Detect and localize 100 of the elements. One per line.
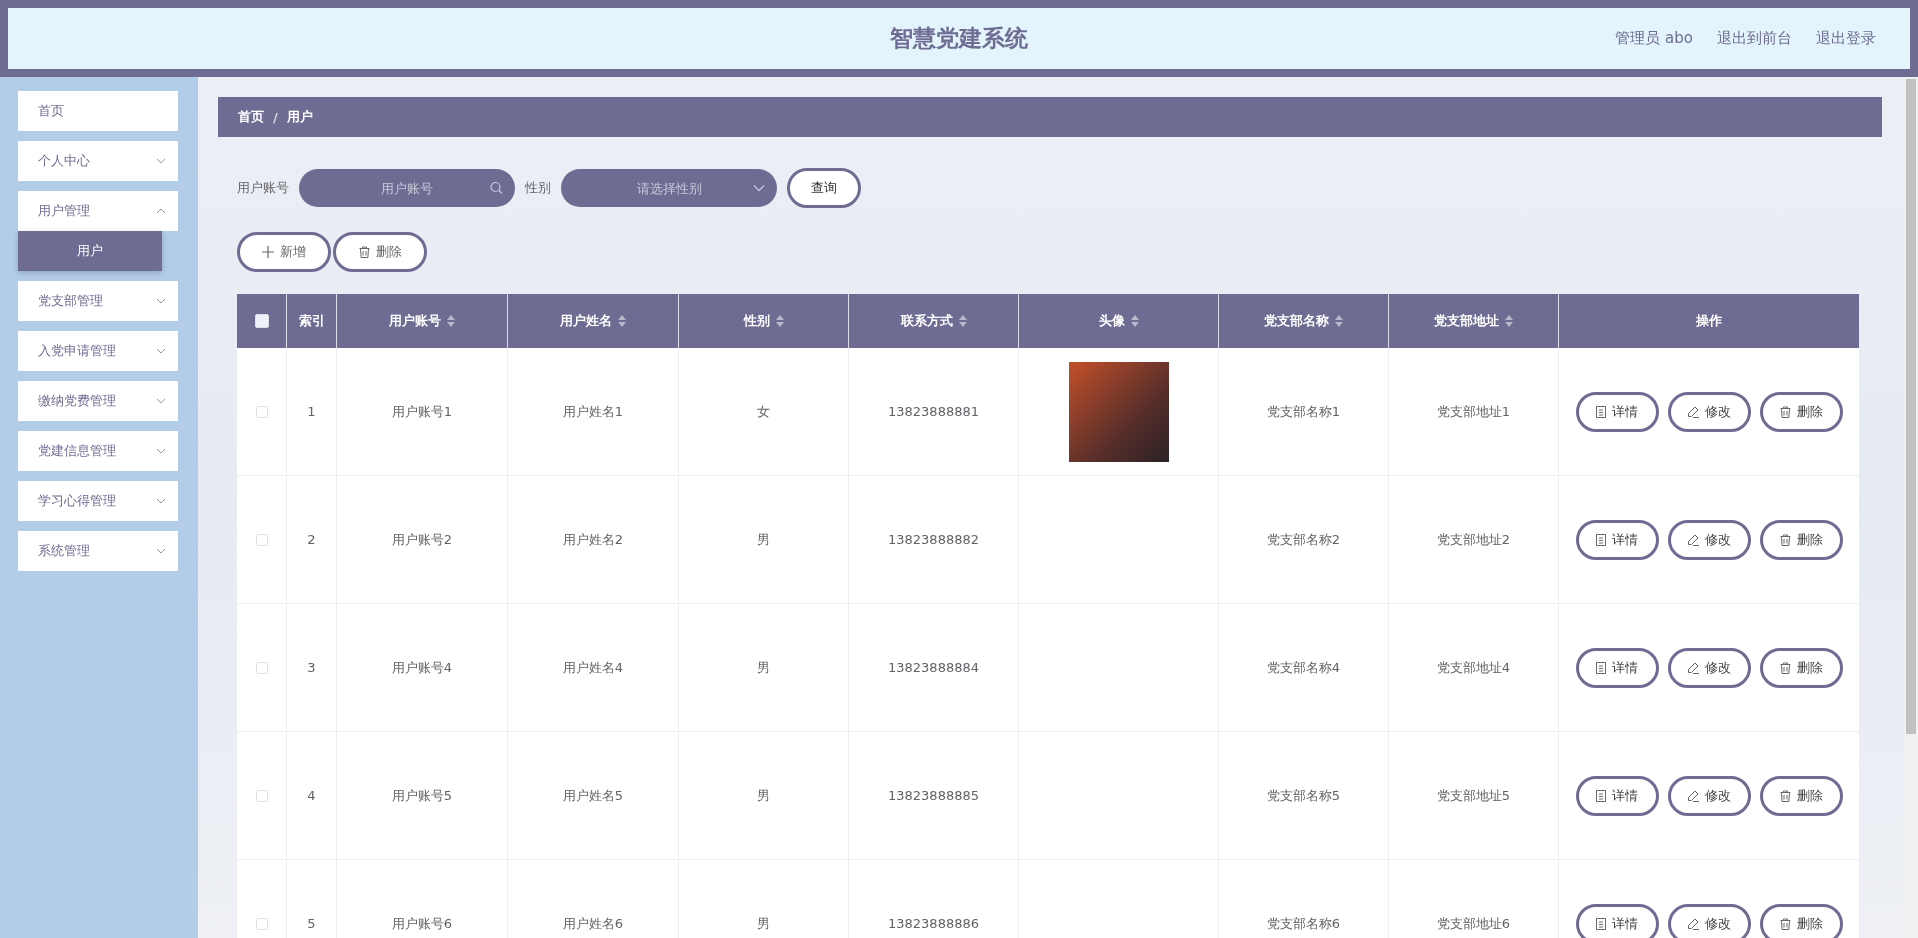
delete-button[interactable]: 删除 (333, 232, 427, 272)
row-checkbox[interactable] (255, 661, 268, 674)
table-cell: 男 (757, 786, 770, 805)
table-cell: 用户姓名5 (562, 786, 624, 805)
detail-button[interactable]: 详情 (1575, 391, 1659, 432)
column-header[interactable]: 用户姓名 (508, 294, 679, 348)
sort-icon[interactable] (1130, 315, 1139, 327)
table-cell: 女 (757, 402, 770, 421)
column-header[interactable]: 头像 (1019, 294, 1219, 348)
detail-button[interactable]: 详情 (1575, 647, 1659, 688)
document-icon (1596, 789, 1606, 802)
table-cell: 用户姓名1 (562, 402, 624, 421)
delete-button[interactable]: 删除 (1759, 903, 1843, 938)
document-icon (1596, 533, 1606, 546)
scrollbar[interactable] (1904, 77, 1918, 938)
column-header[interactable]: 党支部地址 (1389, 294, 1559, 348)
table-cell: 13823888886 (888, 916, 979, 931)
table-cell: 用户账号4 (391, 658, 453, 677)
table-cell: 党支部地址1 (1436, 402, 1511, 421)
menu-item[interactable]: 个人中心 (18, 141, 178, 181)
breadcrumb-separator: / (273, 109, 278, 125)
query-button[interactable]: 查询 (787, 168, 861, 208)
edit-button[interactable]: 修改 (1667, 391, 1751, 432)
field-label: 性别 (525, 179, 551, 197)
chevron-icon (156, 158, 166, 164)
table-cell: 13823888885 (888, 788, 979, 803)
detail-button[interactable]: 详情 (1575, 519, 1659, 560)
chevron-icon (156, 448, 166, 454)
chevron-icon (156, 208, 166, 214)
detail-button[interactable]: 详情 (1575, 903, 1659, 938)
pencil-icon (1687, 405, 1699, 418)
app-title: 智慧党建系统 (890, 24, 1028, 53)
menu-item[interactable]: 入党申请管理 (18, 331, 178, 371)
chevron-icon (156, 298, 166, 304)
menu-item[interactable]: 党建信息管理 (18, 431, 178, 471)
sort-icon[interactable] (1505, 315, 1513, 327)
sort-icon[interactable] (447, 315, 455, 327)
submenu-item[interactable]: 用户 (18, 231, 162, 271)
column-header[interactable]: 用户账号 (337, 294, 508, 348)
column-header[interactable]: 性别 (679, 294, 849, 348)
caret-icon (753, 184, 765, 192)
menu-item[interactable]: 首页 (18, 91, 178, 131)
account-search-field[interactable]: 用户账号 (299, 169, 515, 207)
sort-icon[interactable] (618, 315, 626, 327)
sort-icon[interactable] (1335, 315, 1343, 327)
header-link[interactable]: 退出到前台 (1717, 29, 1792, 48)
edit-button[interactable]: 修改 (1667, 775, 1751, 816)
edit-button[interactable]: 修改 (1667, 647, 1751, 688)
menu-item[interactable]: 系统管理 (18, 531, 178, 571)
table-cell: 13823888881 (888, 404, 979, 419)
plus-icon (262, 246, 274, 258)
column-title: 党支部名称 (1264, 312, 1329, 330)
table-cell: 用户姓名6 (562, 914, 624, 933)
row-checkbox[interactable] (255, 917, 268, 930)
table-cell: 党支部名称6 (1266, 914, 1341, 933)
column-header[interactable]: 索引 (287, 294, 337, 348)
delete-button[interactable]: 删除 (1759, 391, 1843, 432)
table-cell: 男 (757, 530, 770, 549)
menu-item[interactable]: 学习心得管理 (18, 481, 178, 521)
row-checkbox[interactable] (255, 789, 268, 802)
column-header[interactable]: 操作 (1559, 294, 1859, 348)
table-cell: 用户账号2 (391, 530, 453, 549)
column-title: 联系方式 (900, 312, 953, 330)
add-button[interactable]: 新增 (237, 232, 331, 272)
pencil-icon (1687, 661, 1699, 674)
trash-icon (1779, 917, 1791, 930)
menu-item[interactable]: 缴纳党费管理 (18, 381, 178, 421)
column-header[interactable]: 联系方式 (849, 294, 1019, 348)
sort-icon[interactable] (775, 315, 784, 327)
table-cell: 党支部名称4 (1266, 658, 1341, 677)
pencil-icon (1687, 533, 1699, 546)
table-cell: 党支部名称5 (1266, 786, 1341, 805)
edit-button[interactable]: 修改 (1667, 903, 1751, 938)
column-title: 操作 (1696, 312, 1722, 330)
breadcrumb-link[interactable]: 用户 (286, 108, 313, 126)
table-cell: 1 (307, 404, 316, 419)
delete-button[interactable]: 删除 (1759, 519, 1843, 560)
table-cell: 党支部地址2 (1436, 530, 1511, 549)
menu-item[interactable]: 党支部管理 (18, 281, 178, 321)
select-all-checkbox[interactable] (254, 314, 269, 328)
document-icon (1596, 661, 1606, 674)
row-checkbox[interactable] (255, 533, 268, 546)
delete-button[interactable]: 删除 (1759, 775, 1843, 816)
trash-icon (1779, 661, 1791, 674)
gender-select[interactable]: 请选择性别 (561, 169, 777, 207)
row-checkbox[interactable] (255, 405, 268, 418)
edit-button[interactable]: 修改 (1667, 519, 1751, 560)
delete-button[interactable]: 删除 (1759, 647, 1843, 688)
trash-icon (358, 246, 370, 258)
detail-button[interactable]: 详情 (1575, 775, 1659, 816)
column-header[interactable]: 党支部名称 (1219, 294, 1389, 348)
header-link[interactable]: 退出登录 (1816, 29, 1876, 48)
table-cell: 13823888882 (888, 532, 979, 547)
document-icon (1596, 405, 1606, 418)
breadcrumb-link[interactable]: 首页 (238, 108, 264, 126)
table-cell: 男 (757, 914, 770, 933)
table-cell: 用户姓名4 (562, 658, 624, 677)
sort-icon[interactable] (958, 315, 967, 327)
menu-item[interactable]: 用户管理 (18, 191, 178, 231)
trash-icon (1779, 533, 1791, 546)
